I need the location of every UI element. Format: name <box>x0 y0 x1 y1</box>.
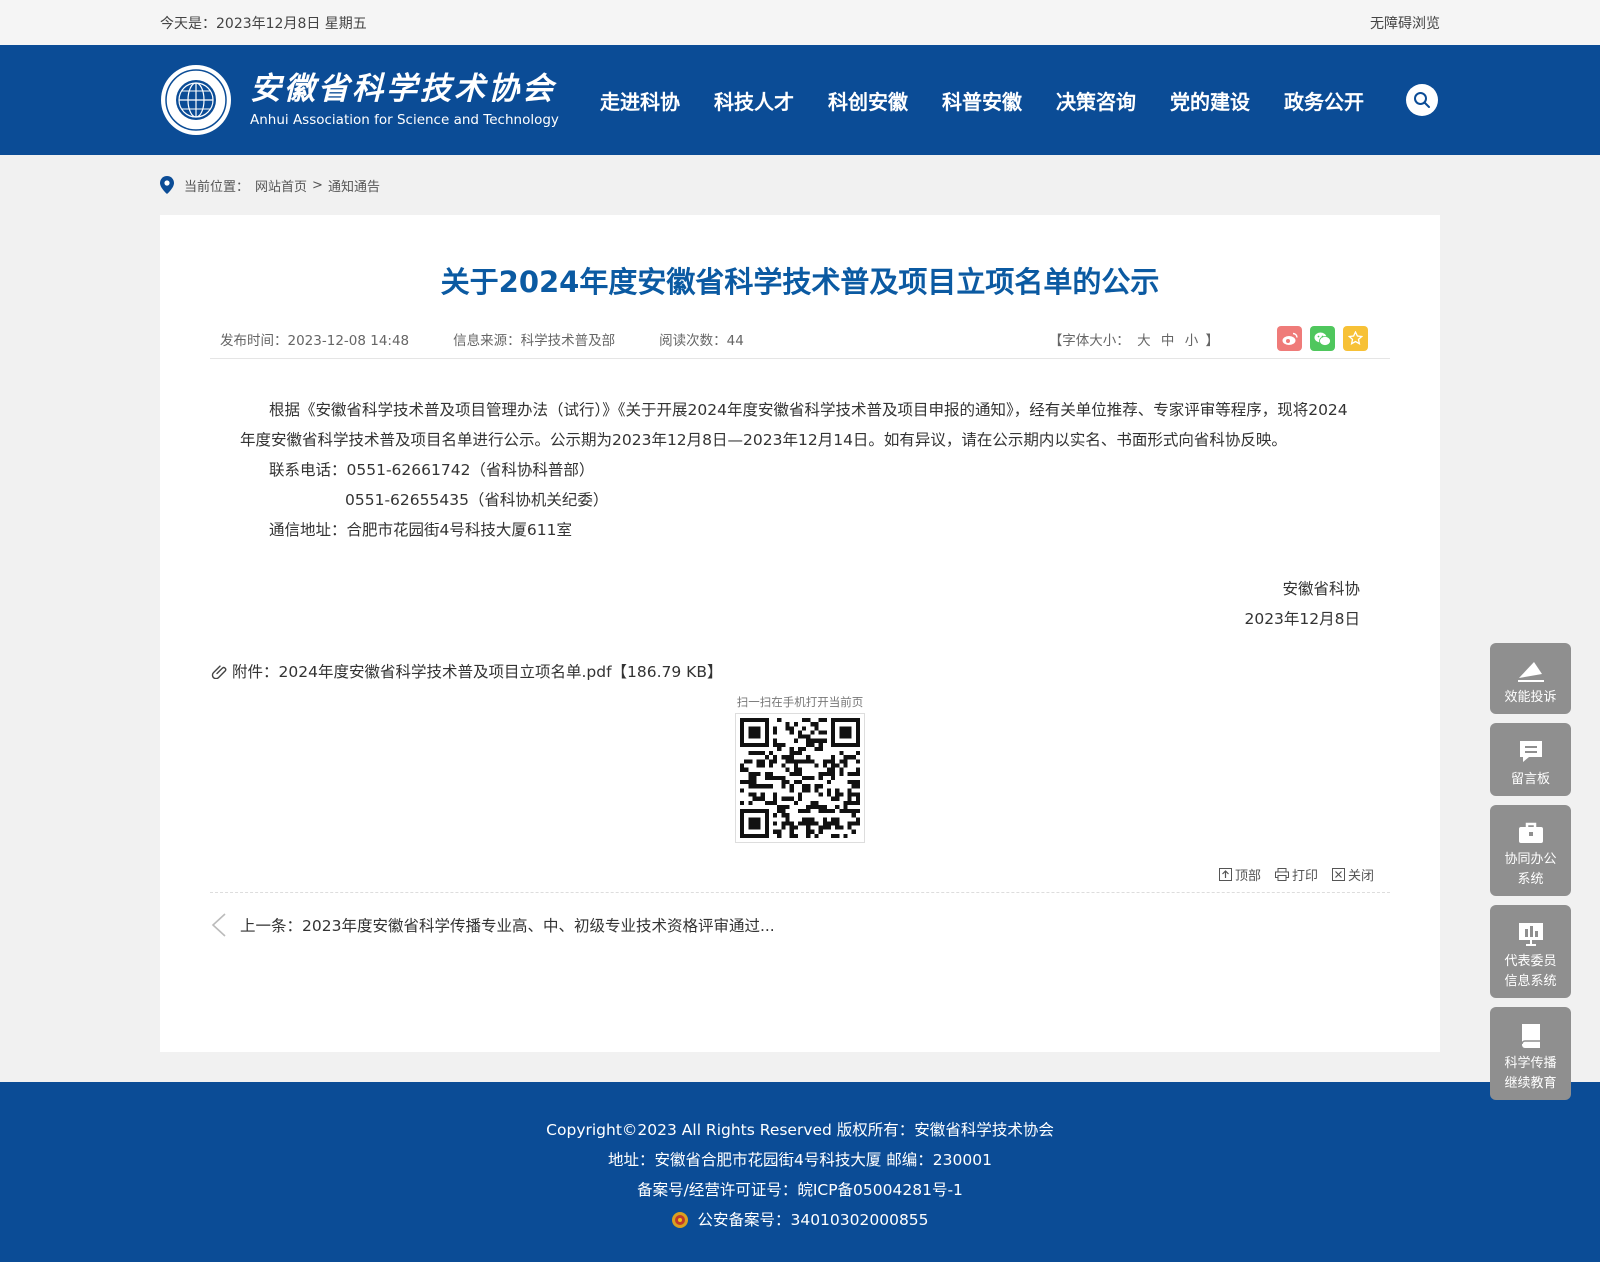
logo-english-name: Anhui Association for Science and Techno… <box>250 112 559 129</box>
article-title: 关于2024年度安徽省科学技术普及项目立项名单的公示 <box>440 265 1160 299</box>
nav-item-gov-affairs[interactable]: 政务公开 <box>1284 86 1364 115</box>
breadcrumb-home[interactable]: 网站首页 <box>255 176 307 195</box>
search-button[interactable] <box>1406 84 1438 116</box>
briefcase-icon <box>1518 822 1543 843</box>
nav-item-about[interactable]: 走进科协 <box>600 86 680 115</box>
footer-icp-link[interactable]: 备案号/经营许可证号：皖ICP备05004281号-1 <box>637 1181 963 1199</box>
site-footer: Copyright©2023 All Rights Reserved 版权所有：… <box>0 1082 1600 1262</box>
prev-article-link[interactable]: 上一条：2023年度安徽省科学传播专业高、中、初级专业技术资格评审通过... <box>240 914 775 936</box>
side-widget-label: 效能投诉 <box>1504 690 1557 705</box>
close-button[interactable]: 关闭 <box>1331 865 1374 884</box>
side-widget-message-board[interactable]: 留言板 <box>1490 723 1571 796</box>
paperclip-icon <box>211 665 227 679</box>
print-label: 打印 <box>1291 869 1318 884</box>
close-icon <box>1331 868 1345 881</box>
nav-item-party[interactable]: 党的建设 <box>1170 86 1250 115</box>
article-tools: 顶部 打印 关闭 <box>210 865 1390 893</box>
footer-address: 地址：安徽省合肥市花园街4号科技大厦 邮编：230001 <box>608 1151 992 1169</box>
breadcrumb-label: 当前位置： <box>184 179 250 195</box>
book-icon <box>1520 1024 1540 1048</box>
qr-code <box>735 713 865 843</box>
side-widgets: 效能投诉 留言板 协同办公 系统 代表委员 信息系统 科学传播 继续教育 <box>1490 643 1571 1109</box>
side-widget-label: 代表委员 信息系统 <box>1504 954 1557 989</box>
printer-icon <box>1274 868 1289 881</box>
side-widget-label: 科学传播 继续教育 <box>1504 1056 1557 1091</box>
chevron-left-icon <box>211 913 226 937</box>
font-size-end: 】 <box>1205 332 1220 349</box>
nav-item-innovation[interactable]: 科创安徽 <box>828 86 908 115</box>
side-widget-continuing-education[interactable]: 科学传播 继续教育 <box>1490 1007 1571 1100</box>
side-widget-label: 留言板 <box>1510 772 1550 787</box>
font-size-small[interactable]: 小 <box>1185 333 1199 349</box>
footer-police-record[interactable]: 公安备案号：34010302000855 <box>671 1205 929 1235</box>
accessible-browse-link[interactable]: 无障碍浏览 <box>1370 13 1440 33</box>
font-size-medium[interactable]: 中 <box>1161 333 1175 349</box>
nav-item-popular-science[interactable]: 科普安徽 <box>942 86 1022 115</box>
article-paragraph: 根据《安徽省科学技术普及项目管理办法（试行）》《关于开展2024年度安徽省科学技… <box>240 401 1348 449</box>
nav-item-talent[interactable]: 科技人才 <box>714 86 794 115</box>
article-meta: 发布时间：2023-12-08 14:48 信息来源：科学技术普及部 阅读次数：… <box>210 319 1390 359</box>
prev-article: 上一条：2023年度安徽省科学传播专业高、中、初级专业技术资格评审通过... <box>210 893 1390 957</box>
signature-date: 2023年12月8日 <box>1244 610 1360 628</box>
breadcrumb: 当前位置： 网站首页 > 通知通告 <box>160 155 1440 215</box>
signature-org: 安徽省科协 <box>1282 580 1360 598</box>
view-count: 阅读次数：44 <box>659 332 744 349</box>
side-widget-office-system[interactable]: 协同办公 系统 <box>1490 805 1571 896</box>
main-nav: 走进科协 科技人才 科创安徽 科普安徽 决策咨询 党的建设 政务公开 <box>600 86 1398 115</box>
article-body: 根据《安徽省科学技术普及项目管理办法（试行）》《关于开展2024年度安徽省科学技… <box>210 359 1390 634</box>
nav-item-consulting[interactable]: 决策咨询 <box>1056 86 1136 115</box>
qr-modules <box>740 718 860 838</box>
breadcrumb-separator: > <box>312 177 323 193</box>
message-icon <box>1519 741 1542 762</box>
weibo-icon <box>1282 332 1298 345</box>
back-to-top-label: 顶部 <box>1234 869 1261 884</box>
attachment: 附件： 2024年度安徽省科学技术普及项目立项名单.pdf【186.79 KB】 <box>210 660 1390 682</box>
search-icon <box>1414 92 1430 108</box>
location-pin-icon <box>160 176 174 194</box>
favorite-button[interactable] <box>1343 326 1368 351</box>
article-card: 关于2024年度安徽省科学技术普及项目立项名单的公示 发布时间：2023-12-… <box>160 215 1440 1052</box>
side-widget-label: 协同办公 系统 <box>1504 852 1557 887</box>
print-button[interactable]: 打印 <box>1274 865 1318 884</box>
font-size-control: 【字体大小： 大 中 小 】 <box>1049 329 1219 349</box>
close-label: 关闭 <box>1347 869 1374 884</box>
plane-icon <box>1517 662 1544 682</box>
top-arrow-icon <box>1218 868 1232 881</box>
site-header: 安徽省科学技术协会 Anhui Association for Science … <box>0 45 1600 155</box>
qr-code-icon <box>740 718 860 838</box>
attachment-file-link[interactable]: 2024年度安徽省科学技术普及项目立项名单.pdf【186.79 KB】 <box>279 660 723 682</box>
article-source: 信息来源：科学技术普及部 <box>453 332 616 349</box>
footer-copyright: Copyright©2023 All Rights Reserved 版权所有：… <box>546 1121 1054 1139</box>
font-size-label: 【字体大小： <box>1048 332 1130 349</box>
association-emblem-icon <box>161 65 231 135</box>
share-wechat-button[interactable] <box>1310 326 1335 351</box>
publish-time: 发布时间：2023-12-08 14:48 <box>220 332 410 349</box>
contact-address: 通信地址：合肥市花园街4号科技大厦611室 <box>269 521 572 539</box>
chart-icon <box>1518 923 1543 946</box>
current-date: 今天是：2023年12月8日 星期五 <box>160 15 367 32</box>
back-to-top-button[interactable]: 顶部 <box>1218 865 1261 884</box>
qr-section: 扫一扫在手机打开当前页 <box>210 694 1390 843</box>
logo-chinese-name: 安徽省科学技术协会 <box>250 70 556 107</box>
share-weibo-button[interactable] <box>1277 326 1302 351</box>
wechat-icon <box>1314 332 1331 346</box>
share-buttons <box>1277 326 1368 351</box>
contact-phone-2: 0551-62655435（省科协机关纪委） <box>345 491 609 509</box>
police-record-text: 公安备案号：34010302000855 <box>697 1211 929 1229</box>
top-bar: 今天是：2023年12月8日 星期五 无障碍浏览 <box>0 0 1600 45</box>
site-logo[interactable]: 安徽省科学技术协会 Anhui Association for Science … <box>160 64 600 136</box>
star-icon <box>1348 331 1363 345</box>
contact-phone-1: 联系电话：0551-62661742（省科协科普部） <box>269 461 595 479</box>
side-widget-complaint[interactable]: 效能投诉 <box>1490 643 1571 714</box>
font-size-large[interactable]: 大 <box>1137 333 1151 349</box>
side-widget-representative-system[interactable]: 代表委员 信息系统 <box>1490 905 1571 998</box>
police-badge-icon <box>672 1212 689 1228</box>
attachment-label: 附件： <box>232 663 279 681</box>
breadcrumb-current[interactable]: 通知通告 <box>328 176 380 195</box>
qr-caption: 扫一扫在手机打开当前页 <box>736 695 864 709</box>
